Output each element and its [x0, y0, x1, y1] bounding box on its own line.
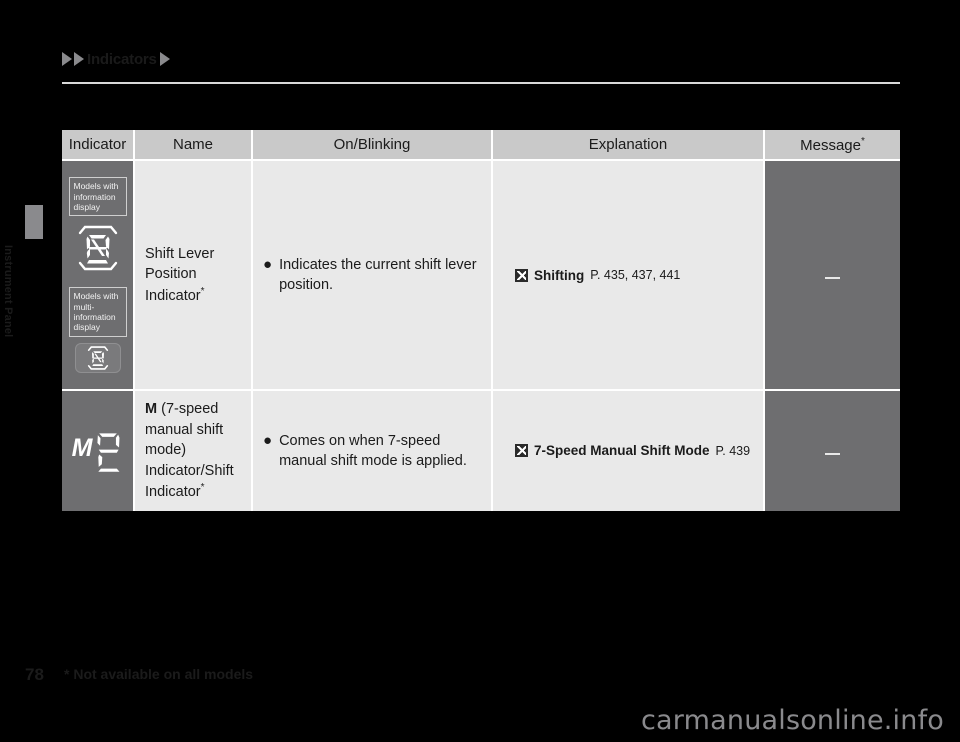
models-with-multi-information-display-label: Models with multi-information display: [68, 287, 127, 337]
explanation-cell: 7-Speed Manual Shift Mode P. 439: [492, 390, 765, 511]
message-dash: [825, 452, 840, 455]
indicator-cell: Models with information display Models w…: [62, 160, 135, 391]
manual-page: Indicators Instrument Panel Indicator Na…: [0, 0, 960, 742]
chevron-right-icon-1: [62, 52, 72, 66]
on-blinking-cell: ● Comes on when 7-speed manual shift mod…: [252, 390, 493, 511]
chevron-right-icon-3: [159, 52, 170, 66]
indicators-table: Indicator Name On/Blinking Explanation M…: [62, 130, 900, 511]
table-row: Models with information display Models w…: [62, 160, 900, 391]
bullet-icon: ●: [263, 255, 273, 273]
footnote-marker: *: [200, 482, 205, 494]
table-header-row: Indicator Name On/Blinking Explanation M…: [62, 130, 900, 161]
section-tab-label: Instrument Panel: [2, 245, 14, 338]
column-header-indicator: Indicator: [62, 130, 135, 161]
indicator-name-text: (7-speed manual shift mode) Indicator/Sh…: [145, 401, 234, 501]
breadcrumb: Indicators: [62, 48, 170, 70]
message-cell: [764, 390, 900, 511]
footnote-text: * Not available on all models: [64, 666, 254, 682]
jump-to-reference-icon[interactable]: [515, 268, 528, 282]
m2-manual-shift-icon: M: [66, 428, 129, 474]
column-header-on-blinking: On/Blinking: [252, 130, 493, 161]
section-tab-marker: [25, 205, 43, 239]
jump-to-reference-icon[interactable]: [515, 444, 528, 458]
reference-pages: P. 439: [715, 443, 751, 458]
name-cell: Shift Lever Position Indicator*: [134, 160, 253, 391]
indicator-cell: M: [62, 390, 135, 511]
footnote-marker: *: [200, 285, 205, 297]
on-blinking-text: Indicates the current shift lever positi…: [279, 256, 477, 293]
chevron-right-icon-2: [74, 52, 84, 66]
shift-position-segment-icon: [75, 223, 121, 278]
header-divider: [62, 82, 900, 84]
models-with-information-display-label: Models with information display: [68, 177, 127, 217]
indicator-name-bold: M: [145, 401, 158, 417]
watermark: carmanualsonline.info: [641, 705, 944, 736]
on-blinking-cell: ● Indicates the current shift lever posi…: [252, 160, 493, 391]
message-cell: [764, 160, 900, 391]
m-letter: M: [71, 434, 93, 463]
on-blinking-text: Comes on when 7-speed manual shift mode …: [279, 432, 467, 469]
breadcrumb-label: Indicators: [87, 50, 157, 68]
reference-title[interactable]: 7-Speed Manual Shift Mode: [534, 443, 710, 458]
bullet-icon: ●: [263, 431, 273, 449]
column-header-message-text: Message: [800, 136, 861, 154]
column-header-explanation: Explanation: [492, 130, 765, 161]
column-header-message: Message*: [764, 130, 900, 161]
page-number: 78: [25, 665, 44, 684]
explanation-cell: Shifting P. 435, 437, 441: [492, 160, 765, 391]
reference-title[interactable]: Shifting: [534, 268, 584, 283]
table-row: M M (7-speed manual shift mode) Indicato…: [62, 390, 900, 511]
footnote-marker-header: *: [860, 135, 865, 147]
shift-position-segment-icon-small: [74, 342, 121, 373]
reference-pages: P. 435, 437, 441: [590, 268, 681, 282]
name-cell: M (7-speed manual shift mode) Indicator/…: [134, 390, 253, 511]
column-header-name: Name: [134, 130, 253, 161]
message-dash: [825, 277, 840, 279]
